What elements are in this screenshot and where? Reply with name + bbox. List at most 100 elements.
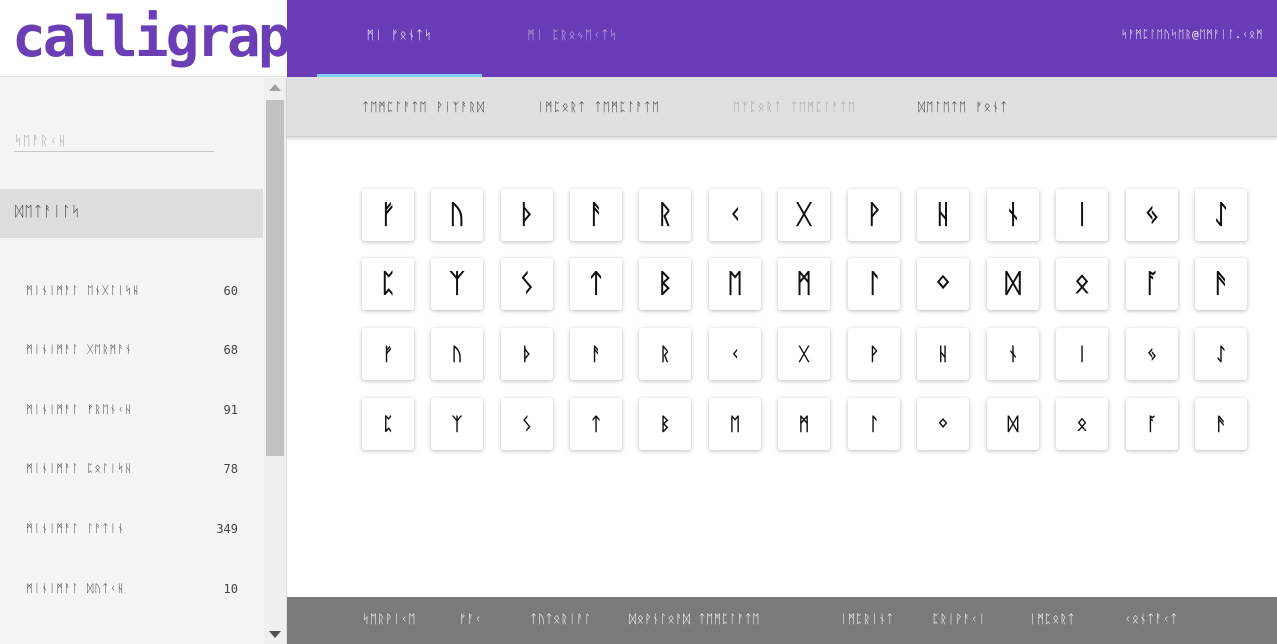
footer-link-download-template[interactable]: ᛞᛟᚹᚾᛚᛟᚨᛞ ᛏᛖᛗᛈᛚᚨᛏᛖ [629, 612, 760, 626]
glyph-cell[interactable]: ᛃ [1126, 328, 1178, 380]
glyph-cell[interactable]: ᛏ [570, 398, 622, 450]
glyph-cell[interactable]: ᚢ [431, 328, 483, 380]
sidebar-item-template[interactable]: ᛗᛁᚾᛁᛗᚨᛚ ᚠᚱᛖᚾᚲᚺ 91 [0, 393, 263, 433]
glyph-char: ᚫ [1213, 269, 1229, 299]
glyph-cell[interactable]: ᚢ [431, 189, 483, 241]
glyph-cell[interactable]: ᛗ [778, 258, 830, 310]
glyph-cell[interactable]: ᛇ [1195, 189, 1247, 241]
tab-label: ᛗᛁ ᚠᛟᚾᛏᛋ [366, 28, 433, 42]
glyph-cell[interactable]: ᚾ [987, 328, 1039, 380]
glyph-char: ᛚ [866, 269, 882, 299]
glyph-char: ᛇ [1213, 200, 1229, 230]
glyph-cell[interactable]: ᛚ [848, 398, 900, 450]
glyph-cell[interactable]: ᚺ [917, 328, 969, 380]
search-input[interactable] [14, 131, 214, 152]
glyph-cell[interactable]: ᛜ [917, 398, 969, 450]
scroll-down-arrow-icon[interactable] [269, 631, 281, 638]
scroll-up-arrow-icon[interactable] [269, 84, 281, 91]
footer-link-tutorial[interactable]: ᛏᚢᛏᛟᚱᛁᚨᛚ [530, 612, 592, 626]
glyph-cell[interactable]: ᚹ [848, 328, 900, 380]
footer-link-service[interactable]: ᛋᛖᚱᚹᛁᚲᛖ [362, 612, 416, 626]
user-account-menu[interactable]: ᛋᚨᛗᛈᛚᛖᚢᛋᛖᚱ@ᛖᛗᚨᛁᛚ.ᚲᛟᛗ [1121, 28, 1263, 41]
glyph-cell[interactable]: ᚹ [848, 189, 900, 241]
search-field[interactable] [14, 130, 214, 152]
glyph-char: ᚪ [1144, 269, 1160, 299]
glyph-cell[interactable]: ᛉ [431, 258, 483, 310]
sidebar-item-template[interactable]: ᛗᛁᚾᛁᛗᚨᛚ ᛚᚨᛏᛁᚾ 349 [0, 512, 263, 552]
glyph-cell[interactable]: ᚪ [1126, 398, 1178, 450]
sub-toolbar: ᛏᛖᛗᛈᛚᚨᛏᛖ ᚹᛁᛉᚨᚱᛞ ᛁᛗᛈᛟᚱᛏ ᛏᛖᛗᛈᛚᚨᛏᛖ ᛖᛉᛈᛟᚱᛏ ᛏ… [287, 77, 1277, 137]
sidebar-item-count: 60 [223, 284, 238, 298]
glyph-cell[interactable]: ᚱ [639, 328, 691, 380]
footer-link-imprint[interactable]: ᛁᛗᛈᚱᛁᚾᛏ [840, 612, 894, 626]
glyph-cell[interactable]: ᛜ [917, 258, 969, 310]
glyph-cell[interactable]: ᛖ [709, 258, 761, 310]
glyph-cell[interactable]: ᛈ [362, 258, 414, 310]
sidebar-item-template[interactable]: ᛗᛁᚾᛁᛗᚨᛚ ᛖᚾᚷᛚᛁᛋᚺ 60 [0, 274, 263, 314]
glyph-char: ᛇ [1215, 343, 1227, 365]
glyph-cell[interactable]: ᛒ [639, 258, 691, 310]
section-title: ᛞᛖᛏᚨᛁᛚᛋ [15, 204, 81, 220]
export-template-button[interactable]: ᛖᛉᛈᛟᚱᛏ ᛏᛖᛗᛈᛚᚨᛏᛖ [733, 100, 856, 114]
sidebar-item-template[interactable]: ᛗᛁᚾᛁᛗᚨᛚ ᛈᛟᛚᛁᛋᚺ 78 [0, 452, 263, 492]
glyph-cell[interactable]: ᛖ [709, 398, 761, 450]
glyph-cell[interactable]: ᚠ [362, 328, 414, 380]
glyph-cell[interactable]: ᛟ [1056, 398, 1108, 450]
glyph-cell[interactable]: ᛗ [778, 398, 830, 450]
glyph-cell[interactable]: ᚾ [987, 189, 1039, 241]
glyph-cell[interactable]: ᚦ [501, 189, 553, 241]
glyph-cell[interactable]: ᚦ [501, 328, 553, 380]
glyph-char: ᛉ [449, 269, 465, 299]
glyph-char: ᚲ [727, 200, 743, 230]
delete-font-button[interactable]: ᛞᛖᛚᛖᛏᛖ ᚠᛟᚾᛏ [918, 100, 1008, 114]
glyph-cell[interactable]: ᛒ [639, 398, 691, 450]
glyph-cell[interactable]: ᛊ [501, 398, 553, 450]
glyph-cell[interactable]: ᛁ [1056, 328, 1108, 380]
glyph-cell[interactable]: ᚷ [778, 328, 830, 380]
sidebar-item-count: 349 [216, 522, 238, 536]
glyph-char: ᚱ [657, 200, 673, 230]
glyph-char: ᛜ [935, 269, 951, 299]
glyph-cell[interactable]: ᛇ [1195, 328, 1247, 380]
footer-link-faq[interactable]: ᚠᚨᚲ [459, 612, 482, 626]
glyph-cell[interactable]: ᚫ [1195, 398, 1247, 450]
glyph-cell[interactable]: ᛉ [431, 398, 483, 450]
glyph-cell[interactable]: ᛊ [501, 258, 553, 310]
footer-link-privacy[interactable]: ᛈᚱᛁᚹᚨᚲᛁ [932, 612, 986, 626]
glyph-cell[interactable]: ᛞ [987, 258, 1039, 310]
glyph-cell[interactable]: ᚲ [709, 328, 761, 380]
glyph-char: ᚨ [588, 200, 604, 230]
sidebar-item-template[interactable]: ᛗᛁᚾᛁᛗᚨᛚ ᛞᚢᛏᚲᚺ 10 [0, 572, 263, 612]
glyph-cell[interactable]: ᛁ [1056, 189, 1108, 241]
sidebar-item-template[interactable]: ᛗᛁᚾᛁᛗᚨᛚ ᚷᛖᚱᛗᚨᚾ 68 [0, 333, 263, 373]
glyph-cell[interactable]: ᛈ [362, 398, 414, 450]
glyph-cell[interactable]: ᚪ [1126, 258, 1178, 310]
glyph-cell[interactable]: ᚨ [570, 328, 622, 380]
logo-area[interactable]: calligraphr [0, 0, 353, 77]
glyph-cell[interactable]: ᚲ [709, 189, 761, 241]
glyph-cell[interactable]: ᛏ [570, 258, 622, 310]
scroll-thumb[interactable] [266, 100, 284, 456]
tab-my-fonts[interactable]: ᛗᛁ ᚠᛟᚾᛏᛋ [317, 0, 482, 77]
sidebar-scrollbar[interactable] [264, 78, 286, 644]
glyph-cell[interactable]: ᚠ [362, 189, 414, 241]
glyph-cell[interactable]: ᛃ [1126, 189, 1178, 241]
sidebar-item-count: 91 [223, 403, 238, 417]
glyph-cell[interactable]: ᛚ [848, 258, 900, 310]
glyph-cell[interactable]: ᚨ [570, 189, 622, 241]
glyph-cell[interactable]: ᛞ [987, 398, 1039, 450]
sidebar-section-details[interactable]: ᛞᛖᛏᚨᛁᛚᛋ [0, 189, 263, 238]
footer-link-contact[interactable]: ᚲᛟᚾᛏᚨᚲᛏ [1124, 612, 1178, 626]
import-template-button[interactable]: ᛁᛗᛈᛟᚱᛏ ᛏᛖᛗᛈᛚᚨᛏᛖ [537, 100, 660, 114]
top-nav-bar: ᛗᛁ ᚠᛟᚾᛏᛋ ᛗᛁ ᛈᚱᛟᛃᛖᚲᛏᛋ ᛋᚨᛗᛈᛚᛖᚢᛋᛖᚱ@ᛖᛗᚨᛁᛚ.ᚲᛟ… [287, 0, 1277, 77]
tab-my-projects[interactable]: ᛗᛁ ᛈᚱᛟᛃᛖᚲᛏᛋ [490, 0, 655, 77]
glyph-cell[interactable]: ᚫ [1195, 258, 1247, 310]
glyph-char: ᛃ [1144, 200, 1160, 230]
footer-link-import[interactable]: ᛁᛗᛈᛟᚱᛏ [1029, 612, 1075, 626]
glyph-cell[interactable]: ᚱ [639, 189, 691, 241]
glyph-cell[interactable]: ᚷ [778, 189, 830, 241]
glyph-cell[interactable]: ᚺ [917, 189, 969, 241]
template-wizard-button[interactable]: ᛏᛖᛗᛈᛚᚨᛏᛖ ᚹᛁᛉᚨᚱᛞ [362, 100, 485, 114]
glyph-cell[interactable]: ᛟ [1056, 258, 1108, 310]
glyph-char: ᚷ [796, 200, 812, 230]
